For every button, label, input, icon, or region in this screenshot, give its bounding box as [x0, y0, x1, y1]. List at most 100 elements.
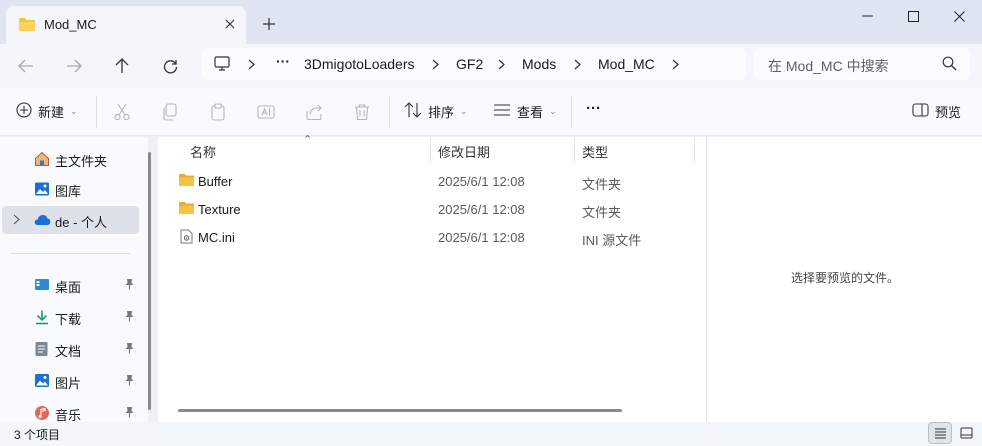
pin-icon[interactable] — [124, 342, 135, 357]
divider — [10, 253, 130, 254]
folder-icon — [178, 173, 195, 190]
sort-label: 排序 — [428, 105, 455, 120]
pin-icon[interactable] — [124, 406, 135, 421]
sidebar-item-music[interactable]: 音乐 — [0, 399, 140, 422]
file-type: INI 源文件 — [582, 233, 642, 248]
sidebar-item-label: 音乐 — [55, 408, 82, 422]
sidebar-item-desktop[interactable]: 桌面 — [0, 271, 140, 299]
forward-button[interactable] — [60, 52, 88, 80]
sort-ascending-icon: ⌃ — [303, 134, 313, 146]
delete-icon[interactable] — [353, 103, 371, 124]
divider — [571, 96, 572, 128]
rename-icon[interactable] — [257, 103, 275, 124]
column-divider[interactable] — [430, 137, 431, 163]
sidebar-item-documents[interactable]: 文档 — [0, 335, 140, 363]
chevron-right-icon[interactable] — [13, 213, 20, 228]
chevron-right-icon[interactable] — [498, 58, 505, 73]
new-tab-button[interactable] — [258, 13, 280, 35]
file-name: Texture — [198, 202, 241, 217]
file-type: 文件夹 — [582, 177, 622, 192]
breadcrumb-mod-mc[interactable]: Mod_MC — [598, 56, 655, 72]
more-options-button[interactable]: ··· — [586, 100, 601, 117]
close-tab-icon[interactable] — [220, 14, 240, 34]
address-bar[interactable]: ··· 3DmigotoLoaders GF2 Mods Mod_MC — [202, 48, 746, 80]
music-icon — [34, 405, 50, 422]
chevron-down-icon: ⌄ — [549, 106, 557, 116]
close-window-button[interactable] — [936, 0, 982, 32]
maximize-button[interactable] — [890, 0, 936, 32]
this-pc-icon[interactable] — [214, 56, 230, 74]
minimize-button[interactable] — [844, 0, 890, 32]
new-label: 新建 — [38, 105, 65, 120]
title-bar: Mod_MC — [0, 0, 982, 44]
sidebar-item-pictures[interactable]: 图片 — [0, 367, 140, 395]
details-view-button[interactable] — [928, 422, 952, 444]
command-bar: 新建 ⌄ 排序 ⌄ 查看 ⌄ ··· 预览 — [0, 88, 982, 136]
item-count: 3 个项目 — [14, 428, 61, 442]
ini-file-icon — [180, 229, 193, 247]
new-button[interactable]: 新建 ⌄ — [16, 102, 78, 121]
file-date: 2025/6/1 12:08 — [438, 230, 525, 245]
share-icon[interactable] — [305, 103, 323, 124]
file-date: 2025/6/1 12:08 — [438, 202, 525, 217]
sidebar-scrollbar[interactable] — [148, 152, 151, 410]
chevron-right-icon[interactable] — [432, 58, 439, 73]
pin-icon[interactable] — [124, 310, 135, 325]
sidebar-item-label: de - 个人 — [55, 215, 108, 230]
back-button[interactable] — [12, 52, 40, 80]
search-icon[interactable] — [942, 56, 957, 74]
paste-icon[interactable] — [209, 103, 227, 124]
sidebar-item-label: 图库 — [55, 184, 82, 199]
folder-icon — [18, 17, 36, 35]
pin-icon[interactable] — [124, 278, 135, 293]
sidebar-item-label: 桌面 — [55, 280, 82, 295]
preview-message: 选择要预览的文件。 — [790, 271, 899, 285]
chevron-right-icon[interactable] — [672, 58, 679, 73]
sidebar-item-label: 文档 — [55, 344, 82, 359]
copy-icon[interactable] — [161, 103, 179, 124]
table-row[interactable]: Texture 2025/6/1 12:08 文件夹 — [170, 195, 700, 223]
column-header-type[interactable]: 类型 — [582, 142, 608, 161]
breadcrumb-overflow[interactable]: ··· — [276, 53, 290, 69]
file-type: 文件夹 — [582, 205, 622, 220]
column-header-name[interactable]: 名称 — [190, 142, 216, 161]
status-bar: 3 个项目 — [0, 422, 982, 446]
sidebar-item-onedrive[interactable]: de - 个人 — [2, 206, 139, 234]
chevron-right-icon[interactable] — [574, 58, 581, 73]
tab-mod-mc[interactable]: Mod_MC — [6, 6, 246, 44]
up-button[interactable] — [108, 52, 136, 80]
cut-icon[interactable] — [113, 103, 131, 124]
preview-pane: 选择要预览的文件。 — [706, 137, 982, 422]
table-row[interactable]: MC.ini 2025/6/1 12:08 INI 源文件 — [170, 223, 700, 251]
search-box[interactable]: 在 Mod_MC 中搜索 — [754, 48, 970, 80]
large-icons-view-button[interactable] — [954, 422, 978, 444]
sidebar-item-downloads[interactable]: 下载 — [0, 303, 140, 331]
breadcrumb-3dmigotoloaders[interactable]: 3DmigotoLoaders — [304, 56, 415, 72]
breadcrumb-gf2[interactable]: GF2 — [456, 56, 483, 72]
preview-pane-button[interactable]: 预览 — [912, 102, 961, 121]
plus-circle-icon — [16, 102, 32, 121]
view-lines-icon — [493, 103, 511, 120]
sidebar-item-gallery[interactable]: 图库 — [0, 175, 140, 203]
column-divider[interactable] — [574, 137, 575, 163]
breadcrumb-mods[interactable]: Mods — [522, 56, 556, 72]
sort-button[interactable]: 排序 ⌄ — [404, 102, 468, 121]
gallery-icon — [34, 181, 50, 200]
pin-icon[interactable] — [124, 374, 135, 389]
tab-title: Mod_MC — [44, 17, 97, 32]
column-header-date[interactable]: 修改日期 — [438, 142, 490, 161]
refresh-button[interactable] — [156, 52, 184, 80]
view-button[interactable]: 查看 ⌄ — [493, 102, 557, 121]
table-row[interactable]: Buffer 2025/6/1 12:08 文件夹 — [170, 167, 700, 195]
sort-arrows-icon — [404, 102, 422, 121]
file-date: 2025/6/1 12:08 — [438, 174, 525, 189]
horizontal-scrollbar[interactable] — [178, 409, 622, 412]
search-input[interactable]: 在 Mod_MC 中搜索 — [768, 56, 889, 76]
chevron-right-icon[interactable] — [248, 58, 255, 73]
sidebar-item-label: 图片 — [55, 376, 82, 391]
column-divider[interactable] — [694, 137, 695, 163]
home-icon — [34, 151, 50, 170]
sidebar-item-label: 下载 — [55, 312, 82, 327]
sidebar-item-home[interactable]: 主文件夹 — [0, 145, 140, 173]
view-label: 查看 — [517, 105, 544, 120]
